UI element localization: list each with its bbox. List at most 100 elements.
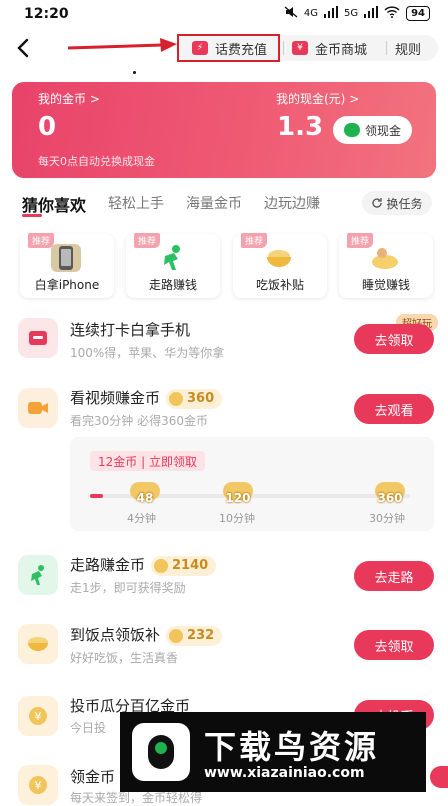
svg-text:¥: ¥ xyxy=(35,710,42,723)
cash-value: 1.3 xyxy=(277,112,324,142)
task-subtitle: 走1步，即可获得奖励 xyxy=(70,581,186,595)
yen-coin-icon: ¥ xyxy=(29,776,47,794)
signal-icon xyxy=(323,6,338,21)
stray-dot xyxy=(133,71,136,74)
coin-icon xyxy=(169,391,184,406)
tab-underline xyxy=(22,214,42,217)
watermark-title: 下载鸟资源 xyxy=(204,728,380,766)
task-subtitle: 100%得，苹果、华为等你拿 xyxy=(70,346,225,360)
milestone-coin: 48 xyxy=(126,482,164,506)
video-camera-icon xyxy=(28,402,48,414)
refresh-icon xyxy=(372,198,383,208)
task-icon-coin-pool: ¥ xyxy=(18,696,58,736)
my-cash-label: 我的现金(元) xyxy=(276,92,346,106)
task-icon-video xyxy=(18,388,58,428)
milestone-coins: 120 xyxy=(225,491,251,505)
task-subtitle: 今日投 xyxy=(70,721,107,735)
back-button[interactable] xyxy=(10,34,36,62)
annotation-arrow xyxy=(67,38,177,52)
task-title-row: 看视频赚金币 360 xyxy=(70,387,223,409)
rules-label: 规则 xyxy=(395,42,422,58)
sleeping-icon xyxy=(370,244,400,272)
task-icon-sign-in: ¥ xyxy=(18,765,58,805)
gift-box-icon xyxy=(29,331,47,345)
back-arrow-icon xyxy=(17,38,29,58)
my-cash-link[interactable]: 我的现金(元) > xyxy=(276,90,359,107)
coin-icon xyxy=(154,558,169,573)
task-subtitle: 好好吃饭，生活真香 xyxy=(70,651,179,665)
yen-coin-icon: ¥ xyxy=(29,707,47,725)
coin-reward-tag: 360 xyxy=(166,388,223,409)
watch-button[interactable]: 去观看 xyxy=(354,394,434,424)
coin-reward-tag: 232 xyxy=(166,625,223,646)
tab-easy-start[interactable]: 轻松上手 xyxy=(108,193,164,213)
coin-reward-value: 2140 xyxy=(172,558,209,573)
coin-store-button[interactable]: ¥ 金币商城 xyxy=(292,35,367,61)
task-title: 连续打卡白拿手机 xyxy=(70,321,191,339)
feature-card-meal[interactable]: 推荐 吃饭补贴 xyxy=(233,233,327,298)
coin-store-label: 金币商城 xyxy=(315,42,368,58)
wifi-icon xyxy=(384,6,400,21)
walking-icon xyxy=(31,565,44,585)
milestone-coin: 360 xyxy=(371,482,409,506)
signal-icon-2 xyxy=(364,6,379,21)
coins-value: 0 xyxy=(38,112,57,142)
phone-icon xyxy=(51,244,81,272)
coin-reward-value: 232 xyxy=(187,628,215,643)
my-coins-link[interactable]: 我的金币 > xyxy=(38,90,100,107)
claim-button[interactable]: 去领取 xyxy=(354,324,434,354)
pill-divider xyxy=(283,41,284,55)
food-bowl-icon xyxy=(264,244,294,272)
walking-icon xyxy=(157,244,187,272)
feature-label: 睡觉赚钱 xyxy=(361,278,410,292)
mute-icon xyxy=(284,6,298,21)
milestone-time: 4分钟 xyxy=(127,512,156,525)
withdraw-cash-button[interactable]: 领现金 xyxy=(333,116,412,144)
task-title: 看视频赚金币 xyxy=(70,389,161,407)
milestone-coin: 120 xyxy=(219,482,257,506)
task-subtitle: 看完30分钟 必得360金币 xyxy=(70,414,208,428)
task-icon-walk xyxy=(18,555,58,595)
coin-reward-value: 360 xyxy=(187,391,215,406)
chevron-right-icon: > xyxy=(89,92,100,106)
feature-card-sleep[interactable]: 推荐 睡觉赚钱 xyxy=(339,233,433,298)
battery-indicator: 94 xyxy=(406,6,430,21)
walk-button[interactable]: 去走路 xyxy=(354,561,434,591)
swap-tasks-label: 换任务 xyxy=(386,196,423,211)
withdraw-label: 领现金 xyxy=(364,123,401,138)
coin-icon xyxy=(169,628,184,643)
task-icon-checkin xyxy=(18,318,58,358)
milestone-time: 30分钟 xyxy=(369,512,405,525)
milestone-coins: 360 xyxy=(377,491,403,505)
auto-exchange-note: 每天0点自动兑换成现金 xyxy=(38,155,155,168)
annotation-highlight-box xyxy=(177,34,280,62)
watermark-logo xyxy=(132,723,190,781)
task-title: 到饭点领饭补 xyxy=(70,626,161,644)
yen-icon: ¥ xyxy=(292,41,308,55)
feature-label: 走路赚钱 xyxy=(148,278,197,292)
progress-fill xyxy=(90,494,103,498)
status-time: 12:20 xyxy=(24,6,69,22)
signal-5g-label: 5G xyxy=(343,8,359,19)
tab-play-and-earn[interactable]: 边玩边赚 xyxy=(264,193,320,213)
tab-guess-you-like[interactable]: 猜你喜欢 xyxy=(22,192,86,216)
feature-label: 白拿iPhone xyxy=(34,278,100,292)
feature-card-iphone[interactable]: 推荐 白拿iPhone xyxy=(20,233,114,298)
status-indicators: 4G 5G 94 xyxy=(284,6,430,21)
pill-divider xyxy=(386,41,387,55)
feature-label: 吃饭补贴 xyxy=(255,278,304,292)
rules-button[interactable]: 规则 xyxy=(395,35,421,61)
task-title: 领金币 xyxy=(70,768,116,786)
signal-4g-label: 4G xyxy=(303,8,318,19)
claim-button[interactable]: 去领取 xyxy=(354,630,434,660)
watermark-banner: 下载鸟资源 www.xiazainiao.com xyxy=(120,712,426,792)
tab-massive-coins[interactable]: 海量金币 xyxy=(186,193,242,213)
claim-now-tag[interactable]: 12金币 | 立即领取 xyxy=(90,451,205,471)
logo-dot xyxy=(155,742,167,754)
task-button-partial[interactable] xyxy=(430,766,448,788)
swap-tasks-button[interactable]: 换任务 xyxy=(362,191,432,215)
milestone-time: 10分钟 xyxy=(219,512,255,525)
feature-card-walking[interactable]: 推荐 走路赚钱 xyxy=(126,233,220,298)
chevron-right-icon: > xyxy=(349,92,360,106)
coin-reward-tag: 2140 xyxy=(151,555,217,576)
